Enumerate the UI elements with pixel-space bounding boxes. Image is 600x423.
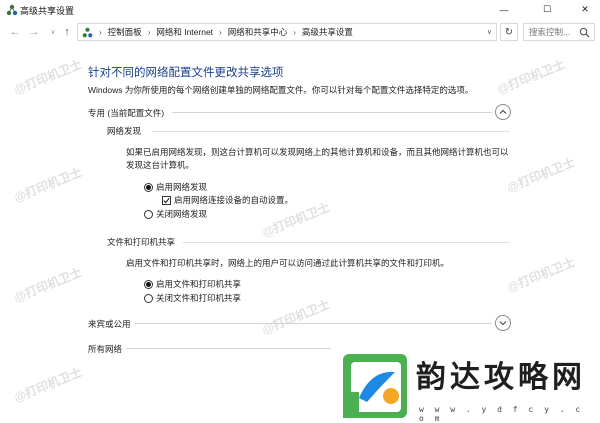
refresh-button[interactable]: ↻ [500, 23, 518, 41]
network-discovery-off-option[interactable]: 关闭网络发现 [144, 208, 207, 220]
maximize-button[interactable]: ☐ [529, 0, 565, 19]
minimize-button[interactable]: — [486, 0, 522, 19]
radio-button[interactable] [144, 293, 153, 303]
radio-button[interactable] [144, 209, 153, 219]
back-button[interactable]: ← [8, 25, 22, 39]
breadcrumb[interactable]: › 控制面板 › 网络和 Internet › 网络和共享中心 › 高级共享设置… [77, 23, 497, 41]
breadcrumb-network-sharing-center[interactable]: 网络和共享中心 [228, 26, 288, 38]
watermark: @打印机卫士 [12, 165, 84, 205]
file-sharing-off-option[interactable]: 关闭文件和打印机共享 [144, 292, 241, 304]
checkmark-icon [163, 197, 170, 203]
watermark: @打印机卫士 [12, 365, 84, 405]
section-divider [135, 323, 492, 324]
section-divider [172, 112, 492, 113]
network-discovery-title: 网络发现 [107, 126, 142, 136]
window-title: 高级共享设置 [20, 6, 75, 16]
forward-button[interactable]: → [27, 25, 41, 39]
address-dropdown-button[interactable]: ∨ [487, 28, 492, 36]
section-all-networks-title[interactable]: 所有网络 [88, 343, 122, 355]
auto-setup-label: 启用网络连接设备的自动设置。 [174, 195, 294, 205]
site-logo-name: 韵达攻略网 [416, 360, 586, 395]
radio-button-selected[interactable] [144, 182, 153, 192]
section-guest-public-title[interactable]: 来宾或公用 [88, 318, 131, 330]
file-printer-sharing-description: 启用文件和打印机共享时，网络上的用户可以访问通过此计算机共享的文件和打印机。 [126, 258, 450, 268]
chevron-down-icon [499, 321, 507, 326]
breadcrumb-separator[interactable]: › [148, 28, 151, 37]
breadcrumb-advanced-sharing[interactable]: 高级共享设置 [302, 26, 353, 38]
watermark: @打印机卫士 [495, 57, 567, 97]
section-private-title[interactable]: 专用 (当前配置文件) [88, 107, 164, 119]
search-input[interactable]: 搜索控制... [523, 23, 595, 41]
expand-guest-public-button[interactable] [495, 315, 511, 331]
site-logo-mark [343, 354, 407, 418]
breadcrumb-separator[interactable]: › [293, 28, 296, 37]
network-sharing-icon [82, 27, 93, 37]
section-divider [126, 348, 331, 349]
site-logo: 韵达攻略网 w w w . y d f c y . c o m [333, 350, 597, 423]
file-sharing-off-label: 关闭文件和打印机共享 [156, 293, 242, 303]
checkbox-checked[interactable] [162, 195, 171, 205]
page-description: Windows 为你所使用的每个网络创建单独的网络配置文件。你可以针对每个配置文… [88, 85, 474, 95]
search-placeholder: 搜索控制... [529, 27, 571, 37]
collapse-private-button[interactable] [495, 104, 511, 120]
site-logo-url: w w w . y d f c y . c o m [419, 405, 584, 423]
file-sharing-on-option[interactable]: 启用文件和打印机共享 [144, 278, 241, 290]
auto-setup-option[interactable]: 启用网络连接设备的自动设置。 [162, 194, 293, 206]
address-bar: ← → ∨ ↑ › 控制面板 › 网络和 Internet › 网络和共享中心 … [0, 22, 600, 42]
network-discovery-off-label: 关闭网络发现 [156, 209, 208, 219]
up-button[interactable]: ↑ [60, 25, 74, 39]
recent-locations-button[interactable]: ∨ [46, 25, 60, 39]
subsection-divider [152, 131, 510, 132]
subsection-divider [183, 242, 510, 243]
breadcrumb-control-panel[interactable]: 控制面板 [108, 26, 142, 38]
chevron-up-icon [499, 109, 507, 114]
network-discovery-on-label: 启用网络发现 [156, 182, 208, 192]
watermark: @打印机卫士 [12, 57, 84, 97]
network-discovery-description: 如果已启用网络发现，则这台计算机可以发现网络上的其他计算机和设备，而且其他网络计… [126, 147, 509, 170]
radio-button-selected[interactable] [144, 279, 153, 289]
page-title: 针对不同的网络配置文件更改共享选项 [88, 67, 284, 79]
file-printer-sharing-title: 文件和打印机共享 [107, 237, 176, 247]
file-sharing-on-label: 启用文件和打印机共享 [156, 279, 242, 289]
network-sharing-icon [6, 4, 18, 16]
breadcrumb-network-internet[interactable]: 网络和 Internet [156, 26, 213, 38]
breadcrumb-separator[interactable]: › [219, 28, 222, 37]
watermark: @打印机卫士 [260, 297, 332, 337]
search-icon [579, 27, 590, 38]
title-bar: 高级共享设置 — ☐ ✕ [0, 0, 600, 19]
watermark: @打印机卫士 [12, 265, 84, 305]
network-discovery-on-option[interactable]: 启用网络发现 [144, 181, 207, 193]
breadcrumb-separator: › [99, 27, 102, 37]
close-button[interactable]: ✕ [567, 0, 600, 19]
